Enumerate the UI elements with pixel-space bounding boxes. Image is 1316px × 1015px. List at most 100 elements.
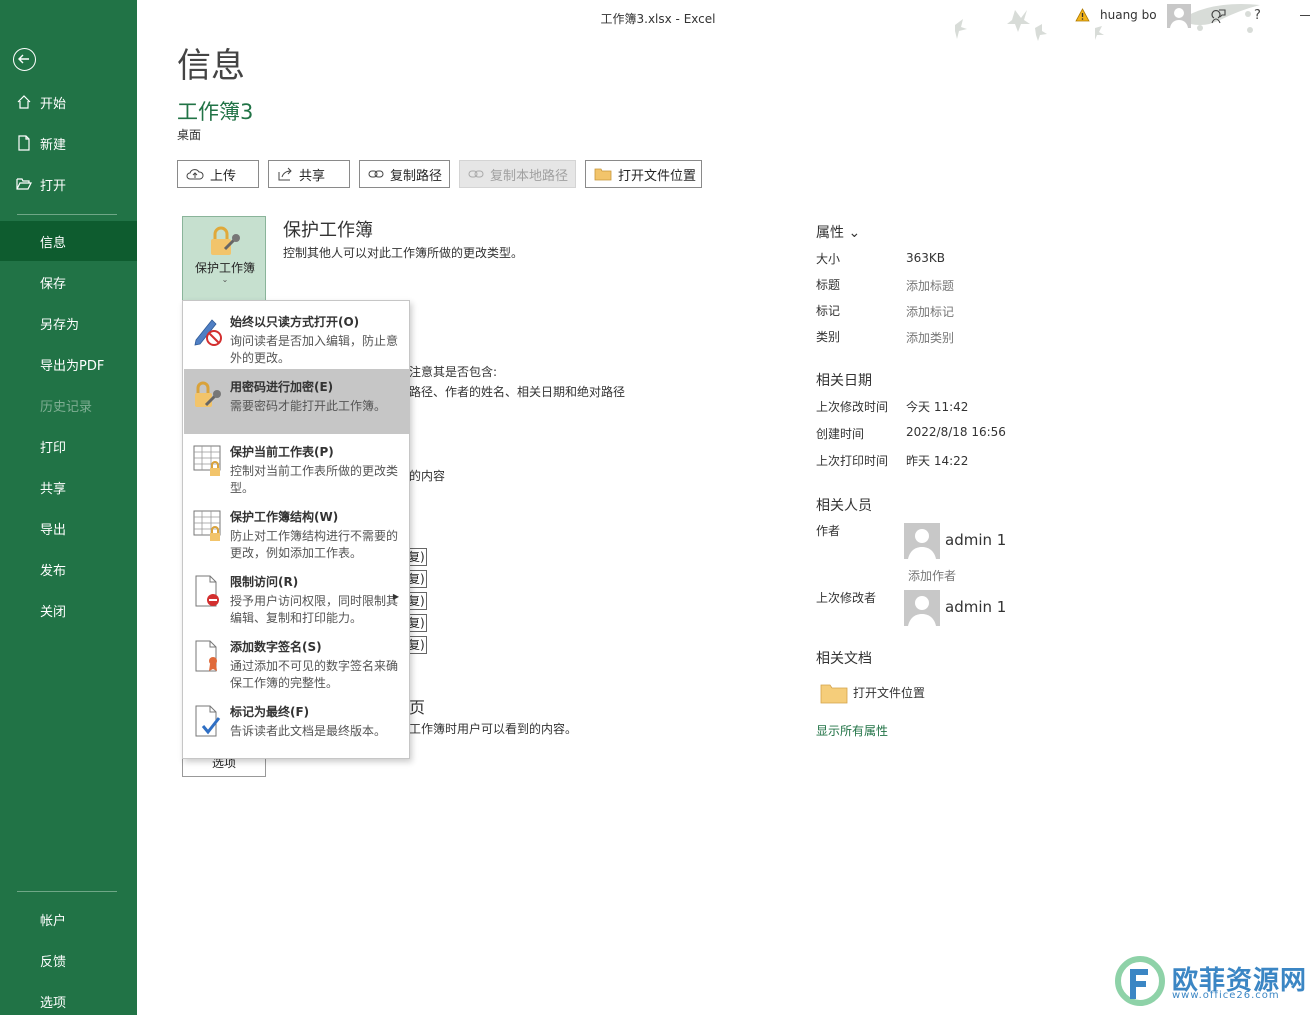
menu-item-add-digital-signature[interactable]: 添加数字签名(S) 通过添加不可见的数字签名来确保工作簿的完整性。 [184,629,409,694]
sidebar-item-label: 打印 [40,440,67,456]
sidebar-item-label: 导出 [40,522,67,538]
prop-size-value: 363KB [906,251,946,265]
sidebar-item-label: 反馈 [40,954,67,970]
prop-category-key: 类别 [816,330,841,344]
menu-item-desc: 询问读者是否加入编辑，防止意外的更改。 [230,334,399,365]
feedback-icon[interactable] [1210,8,1226,24]
menu-item-desc: 需要密码才能打开此工作簿。 [230,399,387,413]
sidebar-item-save[interactable]: 保存 [0,262,137,302]
menu-item-title: 始终以只读方式打开(O) [230,315,360,329]
sidebar-item-label: 新建 [40,137,67,153]
sidebar-divider [17,214,117,215]
browser-view-desc: 工作簿时用户可以看到的内容。 [409,722,578,736]
prop-printed-key: 上次打印时间 [816,454,889,468]
share-icon [277,167,293,181]
prop-created-value: 2022/8/18 16:56 [906,425,1006,439]
sidebar-divider [17,891,117,892]
sidebar-item-label: 发布 [40,563,67,579]
prop-author-key: 作者 [816,524,841,538]
watermark-url: www.office26.com [1172,990,1280,1001]
inspect-text: 路径、作者的姓名、相关日期和绝对路径 [409,385,626,399]
prop-created-key: 创建时间 [816,427,865,441]
menu-item-title: 用密码进行加密(E) [230,380,334,394]
copy-local-path-label: 复制本地路径 [490,168,569,184]
sidebar-item-label: 打开 [40,178,67,194]
menu-item-protect-sheet[interactable]: 保护当前工作表(P) 控制对当前工作表所做的更改类型。 [184,434,409,499]
home-icon [16,94,38,110]
sidebar-item-info[interactable]: 信息 [0,221,137,261]
sidebar-item-print[interactable]: 打印 [0,426,137,466]
sidebar-item-open[interactable]: 打开 [0,164,137,204]
warning-icon[interactable] [1075,8,1090,22]
certificate-ribbon-icon [195,640,217,672]
prop-title-value[interactable]: 添加标题 [906,277,954,294]
sidebar-item-label: 历史记录 [40,399,93,415]
sidebar-item-options[interactable]: 选项 [0,981,137,1015]
help-icon[interactable]: ? [1254,8,1261,23]
modifier-avatar [904,590,940,626]
link-icon [368,169,384,179]
menu-item-desc: 防止对工作簿结构进行不需要的更改，例如添加工作表。 [230,529,399,560]
protect-workbook-button[interactable]: 保护工作簿 ⌄ [182,216,266,301]
share-button[interactable]: 共享 [268,160,350,188]
document-check-icon [195,705,221,737]
menu-item-title: 限制访问(R) [230,575,299,589]
new-document-icon [16,135,38,151]
open-file-location-link[interactable]: 打开文件位置 [853,684,925,701]
sidebar-item-label: 信息 [40,235,67,251]
folder-icon[interactable] [820,682,848,704]
protect-workbook-menu: 始终以只读方式打开(O) 询问读者是否加入编辑，防止意外的更改。 用密码进行加密… [182,300,410,759]
prop-category-value[interactable]: 添加类别 [906,329,954,346]
show-all-properties-link[interactable]: 显示所有属性 [816,722,888,739]
user-name[interactable]: huang bo [1100,8,1157,22]
menu-item-mark-as-final[interactable]: 标记为最终(F) 告诉读者此文档是最终版本。 [184,694,409,759]
related-people-heading: 相关人员 [816,498,872,514]
menu-item-title: 保护当前工作表(P) [230,445,334,459]
prop-size-key: 大小 [816,252,841,266]
minimize-icon[interactable] [1300,15,1310,16]
inspect-text: 注意其是否包含: [409,365,498,379]
protect-workbook-label: 保护工作簿 [194,261,255,275]
open-file-location-button[interactable]: 打开文件位置 [585,160,702,188]
prop-title-key: 标题 [816,278,841,292]
menu-item-desc: 告诉读者此文档是最终版本。 [230,724,387,738]
document-name: 工作簿3 [177,100,254,124]
copy-path-label: 复制路径 [390,168,443,184]
sidebar-item-new[interactable]: 新建 [0,123,137,163]
sidebar-item-publish[interactable]: 发布 [0,549,137,589]
add-author-link[interactable]: 添加作者 [908,567,956,584]
sidebar-item-feedback[interactable]: 反馈 [0,940,137,980]
author-name[interactable]: admin 1 [945,531,1006,549]
related-docs-heading: 相关文档 [816,651,872,667]
back-arrow-icon[interactable] [13,48,36,71]
menu-item-encrypt-with-password[interactable]: 用密码进行加密(E) 需要密码才能打开此工作簿。 [184,369,409,434]
related-dates-heading: 相关日期 [816,373,872,389]
sidebar-item-account[interactable]: 帐户 [0,899,137,939]
sidebar-item-save-as[interactable]: 另存为 [0,303,137,343]
menu-item-protect-structure[interactable]: 保护工作簿结构(W) 防止对工作簿结构进行不需要的更改，例如添加工作表。 [184,499,409,564]
user-avatar[interactable] [1167,4,1191,28]
prop-tags-value[interactable]: 添加标记 [906,303,954,320]
manage-text: 的内容 [409,469,446,483]
sidebar-item-label: 选项 [40,995,67,1011]
properties-heading[interactable]: 属性 ⌄ [816,222,860,242]
page-title: 信息 [177,46,245,86]
menu-item-always-open-read-only[interactable]: 始终以只读方式打开(O) 询问读者是否加入编辑，防止意外的更改。 [184,304,409,369]
sidebar-item-label: 另存为 [40,317,80,333]
menu-item-restrict-access[interactable]: 限制访问(R) 授予用户访问权限，同时限制其编辑、复制和打印能力。 ▶ [184,564,409,629]
pencil-no-icon [194,319,222,346]
copy-path-button[interactable]: 复制路径 [359,160,450,188]
cloud-upload-icon [186,167,204,181]
document-location: 桌面 [177,128,202,142]
upload-button[interactable]: 上传 [177,160,259,188]
lock-key-icon [195,381,221,407]
sidebar-item-close[interactable]: 关闭 [0,590,137,630]
backstage-sidebar: 开始 新建 打开 信息 保存 另存为 导出为PDF 历史记录 打印 共享 导出 … [0,0,137,1015]
sidebar-item-export[interactable]: 导出 [0,508,137,548]
sidebar-item-label: 帐户 [40,913,67,929]
modifier-name[interactable]: admin 1 [945,598,1006,616]
sidebar-item-share[interactable]: 共享 [0,467,137,507]
sidebar-item-home[interactable]: 开始 [0,82,137,122]
sidebar-item-export-pdf[interactable]: 导出为PDF [0,344,137,384]
submenu-arrow-icon: ▶ [392,592,399,601]
